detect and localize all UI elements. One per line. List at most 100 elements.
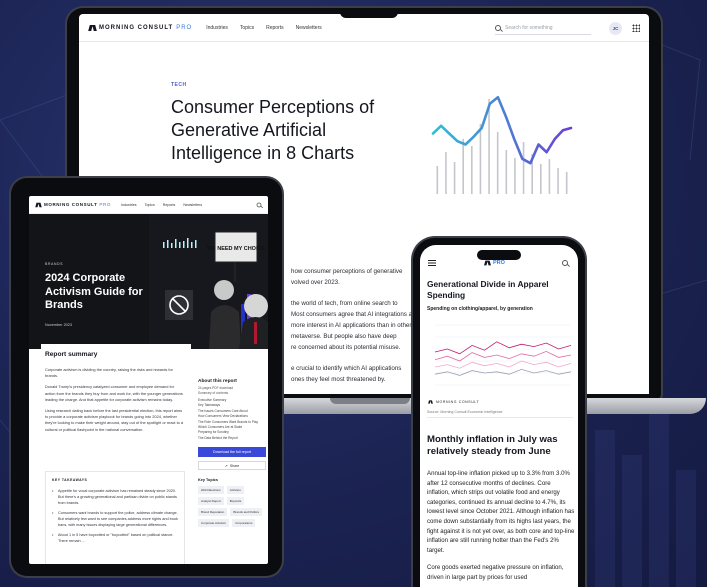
tablet-screen: MORNING CONSULT PRO Industries Topics Re… (29, 196, 268, 564)
about-report-title: About this report (198, 379, 237, 384)
hero-chart-bar (548, 159, 551, 194)
article-text-line: volved over 2023. (291, 278, 340, 286)
chart-subtitle: Spending on clothing/apparel, by generat… (427, 306, 533, 312)
report-meta-line: Summary of contents (198, 391, 229, 395)
chart-series-line (434, 341, 572, 355)
key-takeaways-title: KEY TAKEAWAYS (52, 478, 88, 482)
report-category-tag[interactable]: BRANDS (45, 262, 63, 266)
morning-consult-logo-icon (485, 261, 491, 266)
nav-reports[interactable]: Reports (266, 25, 284, 31)
chart-series-line (434, 350, 572, 362)
article-text-line: the world of tech, from online search to (291, 300, 398, 308)
article-paragraph: Annual top-line inflation picked up to 3… (427, 470, 575, 554)
tablet-top-navigation: MORNING CONSULT PRO Industries Topics Re… (29, 196, 268, 214)
morning-consult-logo-icon (429, 400, 433, 403)
avatar[interactable]: JC (609, 22, 622, 35)
key-topics-title: Key Topics (198, 478, 218, 483)
tablet-nav-industries[interactable]: Industries (121, 203, 137, 207)
report-headline: 2024 Corporate Activism Guide for Brands (45, 272, 143, 311)
share-label: Share (229, 463, 240, 468)
hero-chart-bar (514, 158, 516, 194)
article-text-line: more interest in AI applications than in… (291, 321, 412, 329)
morning-consult-logo-icon (36, 202, 41, 207)
phone-dynamic-island (477, 250, 521, 260)
article-body: Annual top-line inflation picked up to 3… (427, 469, 575, 587)
chart-series-line (434, 368, 572, 376)
hero-chart-bar (471, 146, 473, 194)
article-text-line: Most consumers agree that AI integration… (291, 311, 413, 319)
nav-industries[interactable]: Industries (206, 25, 228, 31)
topic-chips: 2024 Elections Activism Analyst Report B… (198, 486, 268, 528)
takeaway-item: Consumers want brands to support the pol… (52, 510, 178, 528)
hero-chart-bar (453, 162, 456, 194)
article-text-line: e crucial to identify which AI applicati… (291, 365, 402, 373)
article-tag[interactable]: TECH (171, 82, 187, 88)
tablet-nav-reports[interactable]: Reports (163, 203, 176, 207)
hero-chart-bar (462, 139, 464, 194)
report-summary-title: Report summary (45, 351, 98, 358)
topic-chip[interactable]: Boycotts (226, 497, 245, 506)
hero-chart-bar (540, 164, 542, 194)
chart-title: Generational Divide in Apparel Spending (427, 279, 549, 300)
topic-chip[interactable]: Corporate Activism (198, 519, 230, 528)
report-hero: WE NEED MY CHOICE BRANDS 2024 Corporate … (29, 214, 268, 349)
tablet-brand-name: MORNING CONSULT (44, 202, 98, 207)
hamburger-menu-icon[interactable] (428, 260, 436, 266)
article-headline: Consumer Perceptions of Generative Artif… (171, 97, 375, 163)
brand-logo[interactable]: MORNING CONSULT PRO (89, 25, 192, 31)
topic-chip[interactable]: Activism (226, 486, 244, 495)
search-icon[interactable] (562, 260, 568, 266)
hero-line-chart (431, 95, 573, 194)
article-text-line: ones they feel most threatened by. (291, 375, 386, 383)
search-icon[interactable] (256, 202, 262, 208)
hero-chart-bar (488, 99, 490, 194)
tablet-nav-topics[interactable]: Topics (145, 203, 155, 207)
protest-sign-text: WE NEED MY CHOICE (207, 246, 266, 252)
topic-chip[interactable]: Brand Reputation (198, 508, 228, 517)
chart-source: Source: Morning Consult Economic Intelli… (427, 410, 503, 414)
morning-consult-logo-icon (89, 25, 96, 31)
article-text-line (291, 353, 421, 364)
tablet-nav-newsletters[interactable]: Newsletters (183, 203, 202, 207)
share-button[interactable]: ↗ Share (198, 461, 266, 471)
phone-brand-pro-label: PRO (493, 260, 505, 266)
search-icon (495, 24, 501, 31)
chart-series-line (434, 360, 572, 369)
phone-screen: PRO Generational Divide in Apparel Spend… (420, 245, 578, 587)
toc-item[interactable]: The Data Behind the Report (198, 436, 268, 441)
topic-chip[interactable]: Analyst Report (198, 497, 224, 506)
laptop-camera-notch (340, 8, 398, 18)
topic-chip[interactable]: 2024 Elections (198, 486, 224, 495)
article-text-line: re concerned about its potential misuse. (291, 343, 401, 351)
search-input[interactable]: Search for something (495, 21, 591, 35)
nav-newsletters[interactable]: Newsletters (296, 25, 322, 31)
divider (427, 417, 573, 418)
hero-chart-bar (557, 168, 559, 194)
summary-paragraph: Using research dating back before the la… (45, 408, 184, 432)
hero-chart-bar (505, 150, 508, 194)
hero-chart-bar (479, 124, 482, 194)
about-report-sidebar: About this report 24-pages PDF download … (198, 379, 268, 528)
article-paragraph: Core goods exerted negative pressure on … (427, 564, 564, 581)
brand-name: MORNING CONSULT (99, 24, 174, 31)
tablet-brand-logo[interactable]: MORNING CONSULT PRO (35, 202, 111, 208)
chart-source-logo: MORNING CONSULT (427, 399, 479, 405)
table-of-contents: Executive Summary Key Takeaways The Issu… (198, 398, 268, 441)
hero-collage-image: WE NEED MY CHOICE (149, 214, 268, 349)
phone-brand-logo[interactable]: PRO (484, 260, 505, 266)
brand-pro-label: PRO (176, 24, 193, 31)
report-meta: 24-pages PDF download Summary of content… (198, 386, 268, 396)
report-summary-body: Corporate activism is dividing the count… (45, 367, 185, 438)
apps-grid-icon[interactable] (632, 24, 640, 32)
article-text-line: metaverse. But people also have deep (291, 332, 397, 340)
chart-logo-text: MORNING CONSULT (436, 400, 480, 404)
nav-links: Industries Topics Reports Newsletters (206, 25, 322, 31)
topic-chip[interactable]: Corporations (232, 519, 256, 528)
search-placeholder: Search for something (505, 24, 553, 31)
hero-chart-bar (496, 132, 499, 194)
topic-chip[interactable]: Brands and Politics (230, 508, 263, 517)
download-report-button[interactable]: Download the full report (198, 447, 266, 458)
tablet-nav-links: Industries Topics Reports Newsletters (121, 203, 202, 207)
nav-topics[interactable]: Topics (240, 25, 254, 31)
takeaway-item: Appetite for vocal corporate activism ha… (52, 488, 178, 506)
